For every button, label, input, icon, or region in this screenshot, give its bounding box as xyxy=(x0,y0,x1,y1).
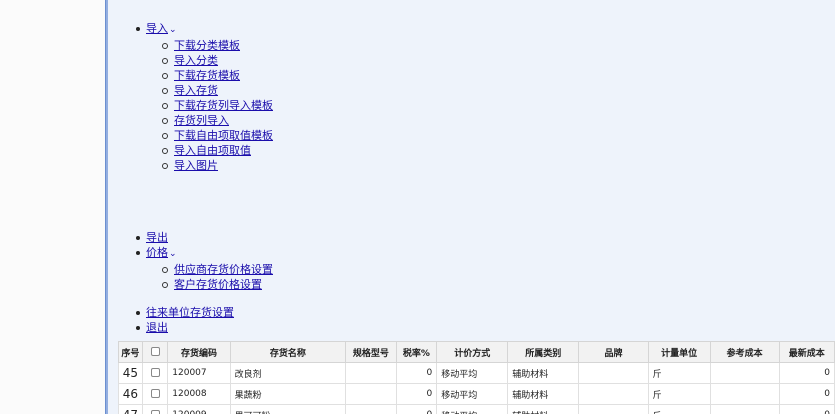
cell-code: 120007 xyxy=(167,362,231,384)
cell-code: 120008 xyxy=(167,383,231,405)
cell-tax: 0 xyxy=(395,404,438,414)
cell-name: 改良剂 xyxy=(229,362,347,384)
col-header-unit[interactable]: 计量单位 xyxy=(647,341,711,363)
row-checkbox[interactable] xyxy=(150,410,160,414)
col-header-name[interactable]: 存货名称 xyxy=(229,341,347,363)
cell-name: 果蔬粉 xyxy=(229,383,347,405)
submenu-item: 下载存货列导入模板 xyxy=(162,98,273,113)
col-header-category[interactable]: 所属类别 xyxy=(507,341,580,363)
exit-link[interactable]: 退出 xyxy=(146,321,168,334)
cell-method: 移动平均 xyxy=(436,362,509,384)
cell-category: 辅助材料 xyxy=(507,404,580,414)
col-header-ref-cost[interactable]: 参考成本 xyxy=(709,341,780,363)
download-category-template-link[interactable]: 下载分类模板 xyxy=(174,39,240,52)
table-header-row: 序号 存货编码 存货名称 规格型号 税率% 计价方式 所属类别 品牌 计量单位 … xyxy=(118,341,835,363)
cell-latest-cost: 0 xyxy=(778,383,835,405)
submenu-item: 供应商存货价格设置 xyxy=(162,262,273,277)
download-inventory-template-link[interactable]: 下载存货模板 xyxy=(174,69,240,82)
cell-unit: 斤 xyxy=(647,362,711,384)
cell-select xyxy=(141,383,169,405)
cell-ref-cost xyxy=(709,383,780,405)
cell-unit: 斤 xyxy=(647,404,711,414)
chevron-down-icon[interactable]: ⌄ xyxy=(169,249,177,259)
download-free-item-template-link[interactable]: 下载自由项取值模板 xyxy=(174,129,273,142)
cell-method: 移动平均 xyxy=(436,383,509,405)
price-submenu: 供应商存货价格设置 客户存货价格设置 xyxy=(162,262,273,292)
table-row[interactable]: 47 120009 果可可粉 0 移动平均 辅助材料 斤 0 xyxy=(118,404,835,414)
cell-method: 移动平均 xyxy=(436,404,509,414)
menu-import-link[interactable]: 导入 xyxy=(146,22,168,35)
supplier-price-settings-link[interactable]: 供应商存货价格设置 xyxy=(174,263,273,276)
cell-seq: 45 xyxy=(118,362,143,384)
submenu-item: 导入自由项取值 xyxy=(162,143,273,158)
cell-spec xyxy=(345,383,397,405)
cell-spec xyxy=(345,404,397,414)
cell-latest-cost: 0 xyxy=(778,404,835,414)
col-header-tax[interactable]: 税率% xyxy=(395,341,438,363)
cell-ref-cost xyxy=(709,362,780,384)
import-category-link[interactable]: 导入分类 xyxy=(174,54,218,67)
submenu-item: 导入图片 xyxy=(162,158,273,173)
row-checkbox[interactable] xyxy=(150,368,160,377)
download-column-import-template-link[interactable]: 下载存货列导入模板 xyxy=(174,99,273,112)
cell-category: 辅助材料 xyxy=(507,362,580,384)
cell-select xyxy=(141,362,169,384)
submenu-item: 下载分类模板 xyxy=(162,38,273,53)
cell-name: 果可可粉 xyxy=(229,404,347,414)
cell-brand xyxy=(578,383,649,405)
submenu-item: 客户存货价格设置 xyxy=(162,277,273,292)
cell-ref-cost xyxy=(709,404,780,414)
row-checkbox[interactable] xyxy=(150,389,160,398)
cell-seq: 47 xyxy=(118,404,143,414)
cell-tax: 0 xyxy=(395,362,438,384)
chevron-down-icon[interactable]: ⌄ xyxy=(169,25,177,35)
import-free-item-link[interactable]: 导入自由项取值 xyxy=(174,144,251,157)
menu-item-price: 价格⌄ 供应商存货价格设置 客户存货价格设置 xyxy=(135,245,273,292)
menu-item-partner-settings: 往来单位存货设置 xyxy=(135,305,273,320)
submenu-item: 下载自由项取值模板 xyxy=(162,128,273,143)
col-header-brand[interactable]: 品牌 xyxy=(578,341,649,363)
col-header-select xyxy=(141,341,169,363)
cell-latest-cost: 0 xyxy=(778,362,835,384)
cell-brand xyxy=(578,404,649,414)
cell-seq: 46 xyxy=(118,383,143,405)
cell-unit: 斤 xyxy=(647,383,711,405)
col-header-code[interactable]: 存货编码 xyxy=(167,341,231,363)
table-row[interactable]: 45 120007 改良剂 0 移动平均 辅助材料 斤 0 xyxy=(118,362,835,384)
submenu-item: 导入存货 xyxy=(162,83,273,98)
cell-tax: 0 xyxy=(395,383,438,405)
partner-inventory-settings-link[interactable]: 往来单位存货设置 xyxy=(146,306,234,319)
menu-export-link[interactable]: 导出 xyxy=(146,231,168,244)
cell-category: 辅助材料 xyxy=(507,383,580,405)
submenu-item: 下载存货模板 xyxy=(162,68,273,83)
cell-select xyxy=(141,404,169,414)
main-content: 导入⌄ 下载分类模板 导入分类 下载存货模板 导入存货 下载存货列导入模板 存货… xyxy=(108,0,835,414)
cell-brand xyxy=(578,362,649,384)
cell-code: 120009 xyxy=(167,404,231,414)
customer-price-settings-link[interactable]: 客户存货价格设置 xyxy=(174,278,262,291)
inventory-table: 序号 存货编码 存货名称 规格型号 税率% 计价方式 所属类别 品牌 计量单位 … xyxy=(118,341,835,414)
menu-item-export: 导出 xyxy=(135,230,273,245)
submenu-item: 导入分类 xyxy=(162,53,273,68)
menu-item-exit: 退出 xyxy=(135,320,273,335)
import-inventory-link[interactable]: 导入存货 xyxy=(174,84,218,97)
menu-list: 导入⌄ 下载分类模板 导入分类 下载存货模板 导入存货 下载存货列导入模板 存货… xyxy=(135,21,273,335)
col-header-spec[interactable]: 规格型号 xyxy=(345,341,397,363)
inventory-column-import-link[interactable]: 存货列导入 xyxy=(174,114,229,127)
import-images-link[interactable]: 导入图片 xyxy=(174,159,218,172)
submenu-item: 存货列导入 xyxy=(162,113,273,128)
table-row[interactable]: 46 120008 果蔬粉 0 移动平均 辅助材料 斤 0 xyxy=(118,383,835,405)
col-header-latest-cost[interactable]: 最新成本 xyxy=(778,341,835,363)
col-header-seq: 序号 xyxy=(118,341,143,363)
cell-spec xyxy=(345,362,397,384)
menu-price-link[interactable]: 价格 xyxy=(146,246,168,259)
left-gutter xyxy=(0,0,105,414)
select-all-checkbox[interactable] xyxy=(150,347,160,356)
import-submenu: 下载分类模板 导入分类 下载存货模板 导入存货 下载存货列导入模板 存货列导入 … xyxy=(162,38,273,173)
menu-item-import: 导入⌄ 下载分类模板 导入分类 下载存货模板 导入存货 下载存货列导入模板 存货… xyxy=(135,21,273,173)
col-header-method[interactable]: 计价方式 xyxy=(436,341,509,363)
